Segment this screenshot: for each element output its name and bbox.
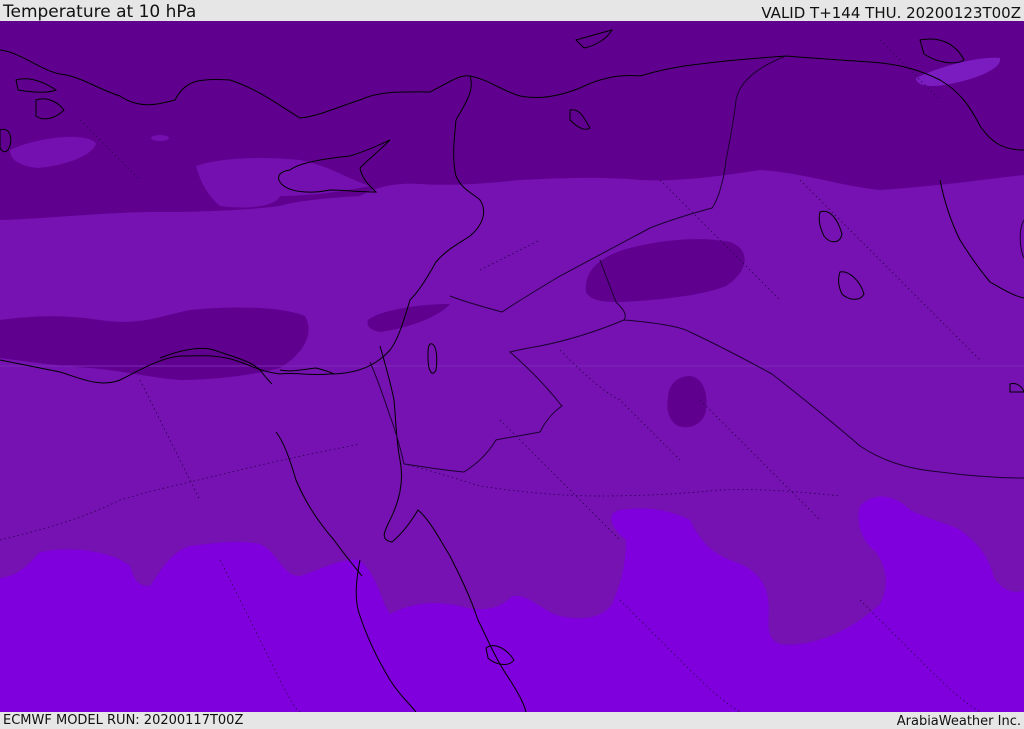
credit-label: ArabiaWeather Inc. xyxy=(896,714,1021,729)
cold-patch-jordan xyxy=(667,376,707,428)
valid-time: VALID T+144 THU. 20200123T00Z xyxy=(761,4,1021,22)
header-bar: Temperature at 10 hPa VALID T+144 THU. 2… xyxy=(0,0,1024,21)
map-title: Temperature at 10 hPa xyxy=(3,2,197,22)
model-run-label: ECMWF MODEL RUN: 20200117T00Z xyxy=(3,713,244,728)
temperature-map[interactable] xyxy=(0,21,1024,712)
warm-patch-small xyxy=(151,135,169,141)
